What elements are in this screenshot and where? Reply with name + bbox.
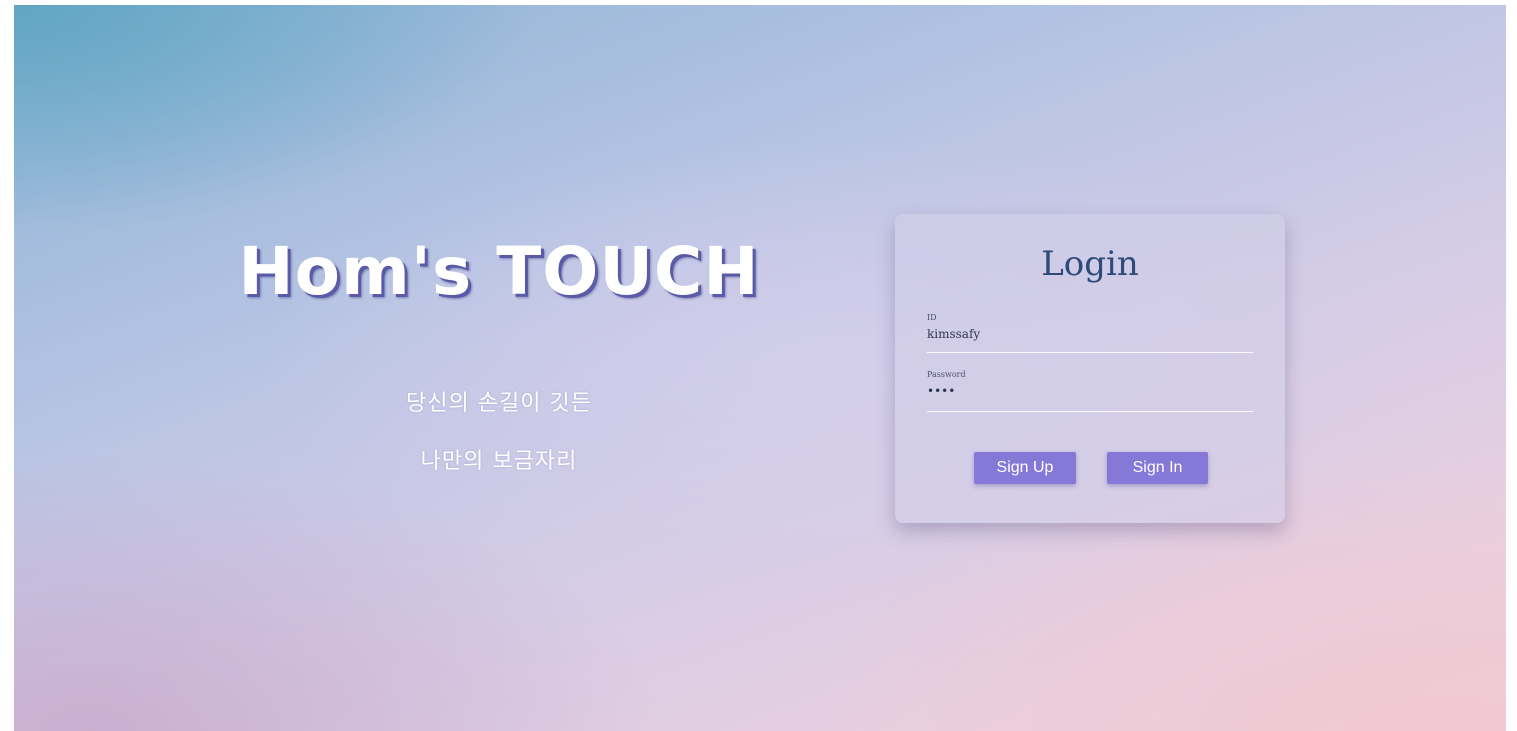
id-field-label: ID	[927, 313, 937, 322]
brand-subtitle-line1: 당신의 손길이 깃든	[406, 391, 592, 416]
sign-in-button[interactable]: Sign In	[1107, 452, 1208, 484]
id-field-value[interactable]: kimssafy	[927, 325, 1253, 343]
password-field-label: Password	[927, 370, 966, 379]
id-field[interactable]: ID kimssafy	[927, 312, 1253, 353]
password-field[interactable]: Password ••••	[927, 369, 1253, 412]
brand-title: Hom's TOUCH	[238, 233, 760, 310]
brand-block: Hom's TOUCH	[139, 227, 859, 317]
brand-subtitle-line2: 나만의 보금자리	[420, 449, 578, 474]
page-background: Hom's TOUCH 당신의 손길이 깃든 나만의 보금자리 Login ID…	[14, 5, 1506, 731]
login-card: Login ID kimssafy Password •••• Sign Up …	[895, 214, 1285, 523]
sign-up-button[interactable]: Sign Up	[974, 452, 1076, 484]
login-title: Login	[1041, 244, 1139, 284]
password-field-value[interactable]: ••••	[927, 382, 1253, 400]
